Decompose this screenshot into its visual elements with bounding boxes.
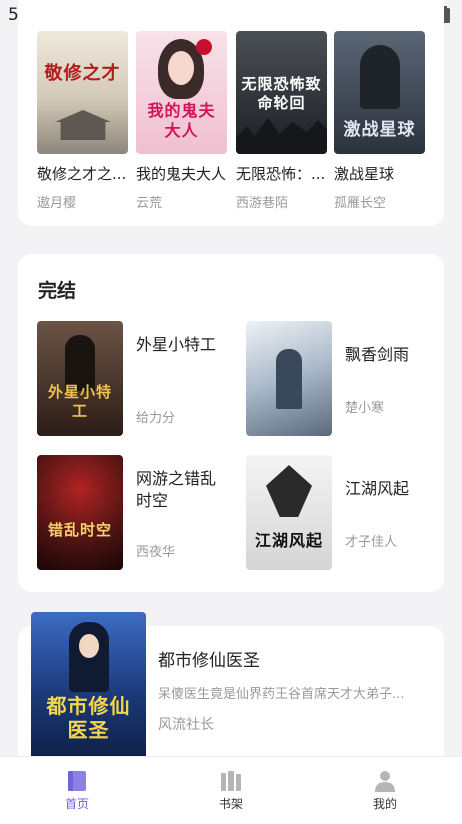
tab-bookshelf[interactable]: 书架 — [191, 757, 271, 824]
book-title[interactable]: 网游之错乱时空 — [136, 468, 216, 512]
cover-warrior — [360, 45, 400, 109]
book-author: 孤雁长空 — [334, 196, 387, 211]
book-cover[interactable] — [246, 321, 332, 436]
cover-title: 错乱时空 — [47, 521, 112, 539]
book-title[interactable]: 江湖风起 — [345, 478, 425, 500]
cover-title: 敬修之才 — [44, 63, 121, 84]
feature-cover[interactable]: 都市修仙医圣 — [31, 612, 146, 762]
tab-label: 我的 — [372, 797, 397, 811]
cover-title: 我的鬼夫大人 — [147, 101, 216, 140]
tab-home[interactable]: 首页 — [37, 757, 117, 824]
book-title[interactable]: 激战星球 — [334, 163, 426, 184]
book-cover[interactable]: 无限恐怖致命轮回 — [236, 31, 327, 154]
bottom-tab-bar: 首页 书架 我的 — [0, 756, 462, 824]
book-author: 遨月樱 — [37, 196, 77, 211]
cover-art — [37, 455, 123, 570]
book-cover[interactable]: 外星小特工 — [37, 321, 123, 436]
book-author: 楚小寒 — [345, 401, 385, 416]
tab-mine[interactable]: 我的 — [345, 757, 425, 824]
cover-title: 都市修仙医圣 — [46, 694, 131, 742]
cover-swordsman — [276, 349, 302, 409]
book-title[interactable]: 我的鬼夫大人 — [136, 163, 230, 184]
book-cover[interactable]: 错乱时空 — [37, 455, 123, 570]
cover-title: 无限恐怖致命轮回 — [241, 75, 322, 112]
cover-title: 激战星球 — [343, 120, 416, 140]
book-cover[interactable]: 激战星球 — [334, 31, 425, 154]
tab-label: 首页 — [64, 797, 89, 811]
bookshelf-icon — [221, 771, 241, 791]
book-author: 西游巷陌 — [236, 196, 289, 211]
book-author: 云荒 — [136, 196, 163, 211]
book-author: 给力分 — [136, 411, 176, 426]
book-author: 才子佳人 — [345, 535, 398, 550]
book-title[interactable]: 都市修仙医圣 — [158, 646, 260, 671]
cover-face — [79, 634, 99, 658]
book-cover[interactable]: 敬修之才 — [37, 31, 128, 154]
cover-title: 江湖风起 — [254, 531, 323, 550]
book-author: 西夜华 — [136, 545, 176, 560]
book-icon — [68, 771, 86, 791]
cover-face — [168, 51, 194, 85]
book-cover[interactable]: 江湖风起 — [246, 455, 332, 570]
book-title[interactable]: 外星小特工 — [136, 334, 216, 356]
cover-title: 外星小特工 — [47, 383, 112, 420]
tab-label: 书架 — [218, 797, 243, 811]
book-title[interactable]: 飘香剑雨 — [345, 344, 425, 366]
section-title: 完结 — [38, 280, 77, 302]
book-cover[interactable]: 我的鬼夫大人 — [136, 31, 227, 154]
book-title[interactable]: 无限恐怖：... — [236, 163, 328, 184]
book-title[interactable]: 敬修之才之... — [37, 163, 129, 184]
book-author: 风流社长 — [158, 717, 214, 733]
rose-icon — [196, 39, 212, 55]
person-icon — [375, 771, 395, 792]
book-description: 呆傻医生竟是仙界药王谷首席天才大弟子... — [158, 687, 405, 702]
